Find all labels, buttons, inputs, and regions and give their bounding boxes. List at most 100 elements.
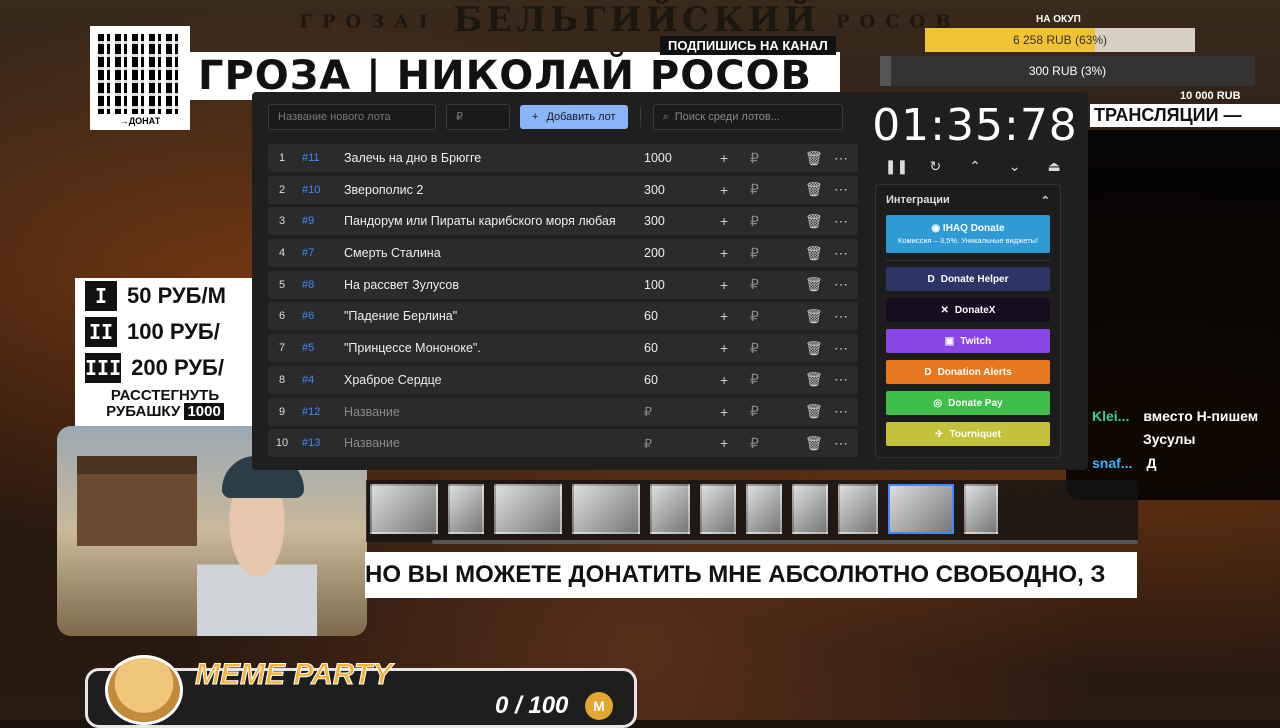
chevron-up-icon[interactable]: ⌃	[964, 155, 986, 177]
lot-amount[interactable]: 60	[644, 309, 714, 323]
more-icon[interactable]: ⋯	[834, 245, 848, 262]
ruble-icon[interactable]: ₽	[750, 371, 759, 388]
thumbnails-scrollbar[interactable]	[432, 540, 1138, 544]
plus-icon[interactable]: +	[720, 213, 728, 229]
plus-icon[interactable]: +	[720, 150, 728, 166]
movie-thumbnail[interactable]	[572, 484, 640, 534]
lot-row[interactable]: 9 #12 Название ₽ + ₽ 🗑 ⋯	[268, 397, 858, 426]
lot-amount[interactable]: 100	[644, 278, 714, 292]
ruble-icon[interactable]: ₽	[750, 340, 759, 357]
lot-name[interactable]: Название	[344, 405, 644, 419]
lot-name[interactable]: Залечь на дно в Брюгге	[344, 151, 644, 165]
trash-icon[interactable]: 🗑	[805, 213, 823, 230]
lot-row[interactable]: 4 #7 Смерть Сталина 200 + ₽ 🗑 ⋯	[268, 239, 858, 268]
more-icon[interactable]: ⋯	[834, 150, 848, 167]
more-icon[interactable]: ⋯	[834, 435, 848, 452]
trash-icon[interactable]: 🗑	[805, 181, 823, 198]
ruble-icon[interactable]: ₽	[750, 213, 759, 230]
integration-button[interactable]: D Donate Helper	[886, 267, 1050, 291]
lot-name[interactable]: На рассвет Зулусов	[344, 278, 644, 292]
plus-icon[interactable]: +	[720, 182, 728, 198]
lot-row[interactable]: 7 #5 "Принцессе Мононоке". 60 + ₽ 🗑 ⋯	[268, 334, 858, 363]
lot-name[interactable]: "Принцессе Мононоке".	[344, 341, 644, 355]
integration-button[interactable]: ✈ Tourniquet	[886, 422, 1050, 446]
lot-amount[interactable]: 300	[644, 214, 714, 228]
plus-icon[interactable]: +	[720, 245, 728, 261]
more-icon[interactable]: ⋯	[834, 181, 848, 198]
lot-row[interactable]: 2 #10 Зверополис 2 300 + ₽ 🗑 ⋯	[268, 175, 858, 204]
new-lot-amount-input[interactable]	[446, 104, 510, 130]
trash-icon[interactable]: 🗑	[805, 403, 823, 420]
ruble-icon[interactable]: ₽	[750, 150, 759, 167]
movie-thumbnail[interactable]	[746, 484, 782, 534]
lot-name[interactable]: Название	[344, 436, 644, 450]
integration-button[interactable]: ◎ Donate Pay	[886, 391, 1050, 415]
movie-thumbnail[interactable]	[700, 484, 736, 534]
lot-row[interactable]: 1 #11 Залечь на дно в Брюгге 1000 + ₽ 🗑 …	[268, 144, 858, 172]
lot-name[interactable]: "Падение Берлина"	[344, 309, 644, 323]
plus-icon[interactable]: +	[720, 372, 728, 388]
lot-amount[interactable]: 60	[644, 341, 714, 355]
ruble-icon[interactable]: ₽	[750, 435, 759, 452]
ruble-icon[interactable]: ₽	[750, 403, 759, 420]
trash-icon[interactable]: 🗑	[805, 371, 823, 388]
plus-icon[interactable]: +	[720, 340, 728, 356]
more-icon[interactable]: ⋯	[834, 371, 848, 388]
plus-icon[interactable]: +	[720, 277, 728, 293]
movie-thumbnail[interactable]	[964, 484, 998, 534]
ruble-icon[interactable]: ₽	[750, 181, 759, 198]
more-icon[interactable]: ⋯	[834, 308, 848, 325]
movie-thumbnail[interactable]	[448, 484, 484, 534]
eject-icon[interactable]: ⏏	[1043, 155, 1065, 177]
trash-icon[interactable]: 🗑	[805, 435, 823, 452]
more-icon[interactable]: ⋯	[834, 276, 848, 293]
lot-name[interactable]: Храброе Сердце	[344, 373, 644, 387]
lot-name[interactable]: Смерть Сталина	[344, 246, 644, 260]
lot-row[interactable]: 10 #13 Название ₽ + ₽ 🗑 ⋯	[268, 429, 858, 458]
lot-amount[interactable]: ₽	[644, 404, 714, 419]
lot-amount[interactable]: 60	[644, 373, 714, 387]
plus-icon[interactable]: +	[720, 404, 728, 420]
lot-row[interactable]: 3 #9 Пандорум или Пираты карибского моря…	[268, 207, 858, 236]
trash-icon[interactable]: 🗑	[805, 150, 823, 167]
lot-amount[interactable]: ₽	[644, 436, 714, 451]
trash-icon[interactable]: 🗑	[805, 308, 823, 325]
movie-thumbnail[interactable]	[650, 484, 690, 534]
lot-name[interactable]: Пандорум или Пираты карибского моря люба…	[344, 214, 644, 228]
lot-search-field[interactable]: ⌕ Поиск среди лотов...	[652, 104, 843, 130]
integration-button[interactable]: ▣ Twitch	[886, 329, 1050, 353]
lot-name[interactable]: Зверополис 2	[344, 183, 644, 197]
movie-thumbnail[interactable]	[792, 484, 828, 534]
movie-thumbnails-strip[interactable]	[366, 480, 1138, 542]
plus-icon[interactable]: +	[720, 435, 728, 451]
ruble-icon[interactable]: ₽	[750, 276, 759, 293]
chevron-down-icon[interactable]: ⌄	[1004, 155, 1026, 177]
movie-thumbnail[interactable]	[838, 484, 878, 534]
lot-row[interactable]: 6 #6 "Падение Берлина" 60 + ₽ 🗑 ⋯	[268, 302, 858, 331]
trash-icon[interactable]: 🗑	[805, 276, 823, 293]
integration-button[interactable]: D Donation Alerts	[886, 360, 1050, 384]
integrations-header[interactable]: Интеграции ⌃	[876, 185, 1060, 215]
more-icon[interactable]: ⋯	[834, 213, 848, 230]
plus-icon[interactable]: +	[720, 308, 728, 324]
integration-button[interactable]: ◉ IHAQ Donate Комиссия – 3,5%. Уникальные…	[886, 215, 1050, 253]
pause-icon[interactable]: ❚❚	[885, 155, 908, 177]
ruble-icon[interactable]: ₽	[750, 308, 759, 325]
movie-thumbnail[interactable]	[494, 484, 562, 534]
lot-amount[interactable]: 200	[644, 246, 714, 260]
reset-icon[interactable]: ↻	[924, 155, 946, 177]
trash-icon[interactable]: 🗑	[805, 245, 823, 262]
new-lot-name-input[interactable]	[268, 104, 436, 130]
movie-thumbnail-selected[interactable]	[888, 484, 954, 534]
ruble-icon[interactable]: ₽	[750, 245, 759, 262]
integration-button[interactable]: ✕ DonateX	[886, 298, 1050, 322]
lot-amount[interactable]: 300	[644, 183, 714, 197]
trash-icon[interactable]: 🗑	[805, 340, 823, 357]
lot-row[interactable]: 8 #4 Храброе Сердце 60 + ₽ 🗑 ⋯	[268, 365, 858, 394]
lot-row[interactable]: 5 #8 На рассвет Зулусов 100 + ₽ 🗑 ⋯	[268, 270, 858, 299]
movie-thumbnail[interactable]	[370, 484, 438, 534]
more-icon[interactable]: ⋯	[834, 403, 848, 420]
more-icon[interactable]: ⋯	[834, 340, 848, 357]
add-lot-button[interactable]: + Добавить лот	[520, 105, 628, 129]
lot-amount[interactable]: 1000	[644, 151, 714, 165]
